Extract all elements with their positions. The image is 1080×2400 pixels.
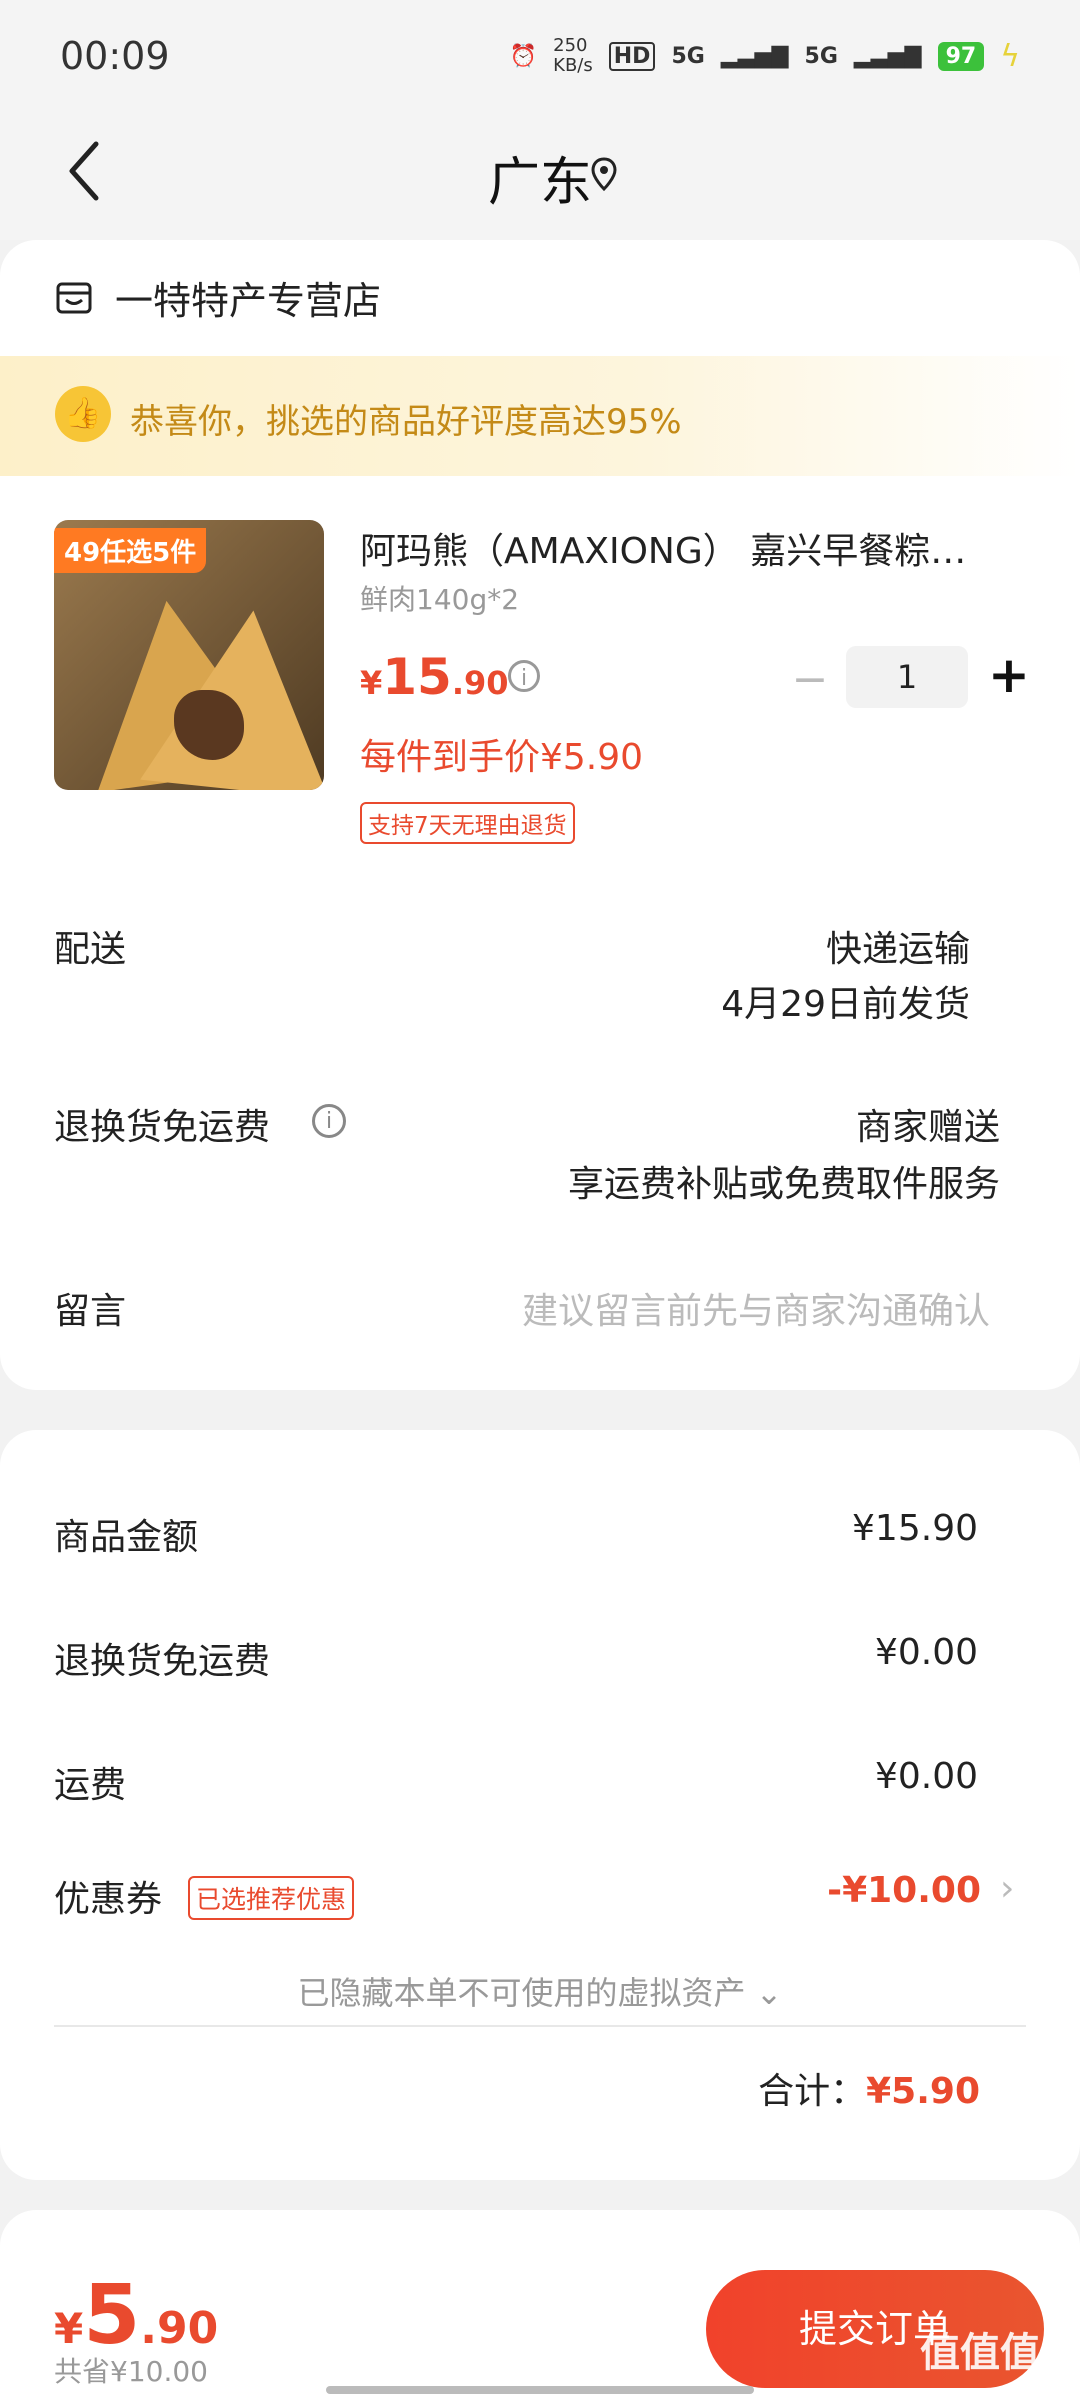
saved-amount: 共省¥10.00 <box>54 2355 208 2388</box>
quantity-input[interactable]: 1 <box>846 646 968 708</box>
return-fee-value: 商家赠送 <box>855 1107 1000 1148</box>
signal-bars-icon-2: ▂▃▅▇ <box>853 43 922 69</box>
signal-5g-icon: 5G <box>671 43 705 69</box>
region-title[interactable]: 广东 <box>0 140 1080 215</box>
header: 广东 <box>0 110 1080 240</box>
quantity-minus-button[interactable]: − <box>790 654 830 705</box>
return-fee-note: 享运费补贴或免费取件服务 <box>567 1164 1000 1205</box>
return-fee-info-icon[interactable]: i <box>312 1104 346 1138</box>
shipping-value: ¥0.00 <box>874 1756 978 1797</box>
goods-amount-value: ¥15.90 <box>852 1508 978 1549</box>
coupon-label: 优惠券 <box>54 1879 163 1920</box>
coupon-value[interactable]: -¥10.00 <box>827 1870 981 1911</box>
quantity-plus-button[interactable]: + <box>988 646 1030 704</box>
hd-icon: HD <box>608 41 656 71</box>
message-input[interactable]: 建议留言前先与商家沟通确认 <box>522 1282 990 1334</box>
thumbs-up-icon: 👍 <box>55 386 111 442</box>
total-row: 合计：¥5.90 <box>758 2062 980 2114</box>
status-time: 00:09 <box>60 34 170 78</box>
signal-bars-icon: ▂▃▅▇ <box>720 43 789 69</box>
message-label: 留言 <box>54 1291 127 1332</box>
product-price: ¥15.90 <box>360 648 509 706</box>
product-title[interactable]: 阿玛熊（AMAXIONG） 嘉兴早餐粽… <box>360 522 1020 574</box>
return-insurance-value: ¥0.00 <box>874 1632 978 1673</box>
bottom-total-price: ¥5.90 <box>54 2268 219 2363</box>
charging-icon: ϟ <box>1000 38 1020 74</box>
signal-5g-icon-2: 5G <box>804 43 838 69</box>
product-image[interactable]: 49任选5件 <box>54 520 324 790</box>
total-value: ¥5.90 <box>866 2071 980 2112</box>
store-icon <box>56 282 92 313</box>
rating-banner: 👍 恭喜你，挑选的商品好评度高达95% <box>0 356 1080 476</box>
status-icons: ⏰ 250 KB/s HD 5G ▂▃▅▇ 5G ▂▃▅▇ 97 ϟ <box>510 36 1020 76</box>
return-policy-tag: 支持7天无理由退货 <box>360 802 575 844</box>
location-pin-icon[interactable] <box>590 156 618 192</box>
product-spec[interactable]: 鲜肉140g*2 <box>360 578 519 618</box>
battery-icon: 97 <box>937 41 985 71</box>
return-fee-label: 退换货免运费 <box>54 1107 271 1148</box>
price-info-icon[interactable]: i <box>508 660 540 692</box>
store-row[interactable]: 一特特产专营店 <box>55 270 381 325</box>
delivery-label: 配送 <box>54 929 127 970</box>
delivery-method[interactable]: 快递运输 <box>826 920 970 972</box>
shipping-label: 运费 <box>54 1765 127 1806</box>
promo-tag: 49任选5件 <box>54 528 207 573</box>
delivery-date[interactable]: 4月29日前发货 <box>721 975 970 1027</box>
zongzi-shape-2 <box>140 600 324 790</box>
alarm-icon: ⏰ <box>509 43 538 69</box>
network-speed: 250 KB/s <box>553 35 593 76</box>
store-name: 一特特产专营店 <box>115 279 382 323</box>
watermark-logo: 值值值 <box>920 2330 1040 2376</box>
divider <box>54 2025 1026 2027</box>
home-indicator[interactable] <box>326 2386 754 2394</box>
total-label: 合计： <box>758 2071 867 2112</box>
banner-text: 恭喜你，挑选的商品好评度高达95% <box>130 402 682 442</box>
return-insurance-label: 退换货免运费 <box>54 1641 271 1682</box>
status-bar: 00:09 ⏰ 250 KB/s HD 5G ▂▃▅▇ 5G ▂▃▅▇ 97 ϟ <box>0 0 1080 110</box>
unit-price: 每件到手价¥5.90 <box>360 737 644 778</box>
coupon-badge: 已选推荐优惠 <box>188 1876 355 1920</box>
hidden-assets-toggle[interactable]: 已隐藏本单不可使用的虚拟资产 ⌄ <box>0 1968 1080 2014</box>
goods-amount-label: 商品金额 <box>54 1517 199 1558</box>
chevron-right-icon[interactable]: › <box>1000 1868 1014 1909</box>
